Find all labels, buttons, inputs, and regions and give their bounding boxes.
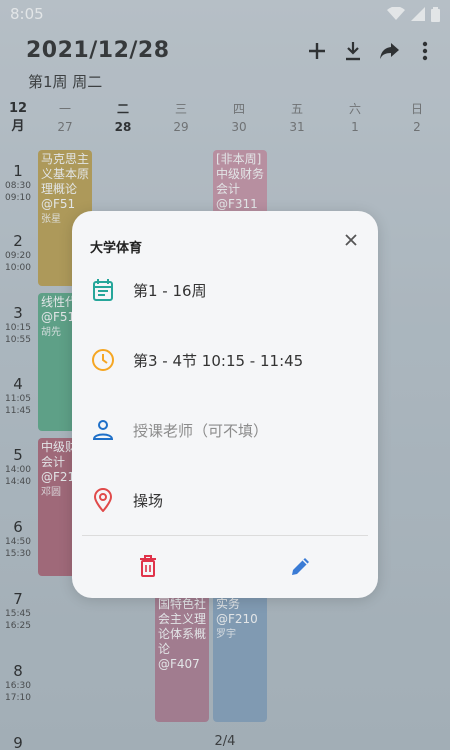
course-detail-dialog: 大学体育 第1 - 16周 第3 - 4节 10:15 - 11:45 授课老师… (72, 211, 378, 598)
trash-icon (140, 555, 156, 577)
teacher-row[interactable]: 授课老师（可不填） (90, 415, 360, 445)
clock-icon (90, 347, 116, 373)
close-icon (345, 234, 357, 246)
close-button[interactable] (340, 229, 362, 251)
delete-button[interactable] (136, 554, 160, 578)
location-row: 操场 (90, 485, 360, 515)
person-icon (90, 417, 116, 443)
time-row: 第3 - 4节 10:15 - 11:45 (90, 345, 360, 375)
dialog-title: 大学体育 (90, 241, 143, 256)
weeks-row: 第1 - 16周 (90, 275, 360, 305)
divider (82, 535, 368, 536)
weeks-text: 第1 - 16周 (133, 281, 207, 300)
calendar-icon (90, 277, 116, 303)
time-text: 第3 - 4节 10:15 - 11:45 (133, 351, 304, 370)
teacher-placeholder: 授课老师（可不填） (133, 421, 269, 440)
pencil-icon (292, 558, 309, 575)
edit-button[interactable] (289, 554, 313, 578)
location-pin-icon (90, 487, 116, 513)
location-text: 操场 (133, 491, 164, 510)
